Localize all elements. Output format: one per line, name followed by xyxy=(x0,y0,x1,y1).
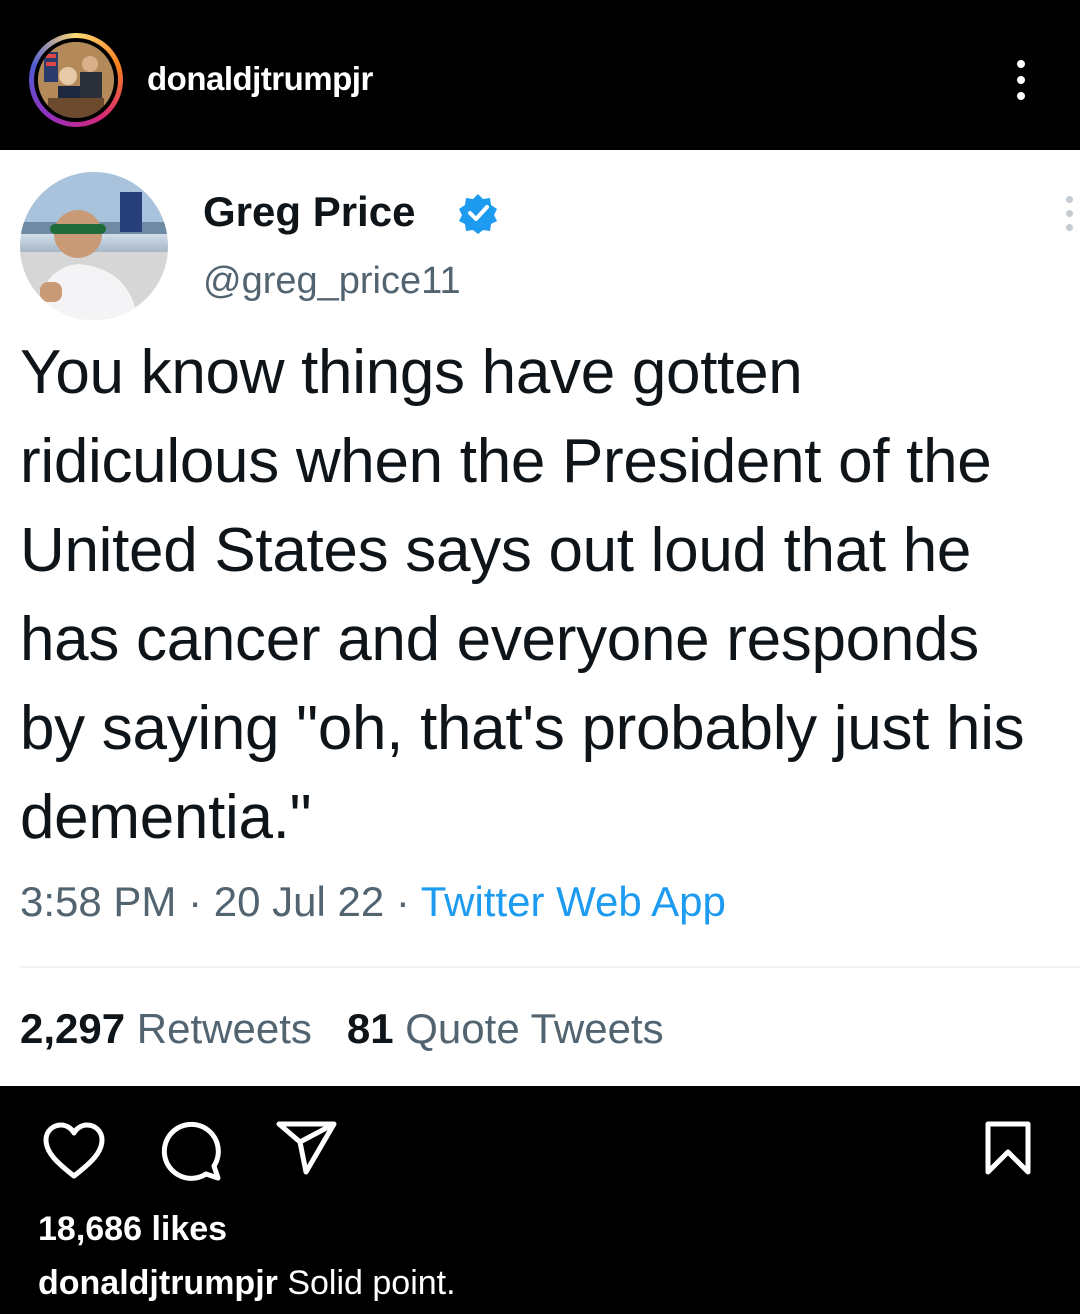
caption-text: Solid point. xyxy=(277,1264,456,1302)
tweet-date: 20 Jul 22 xyxy=(213,878,385,925)
profile-photo-icon xyxy=(38,42,114,118)
caption: donaldjtrumpjr Solid point. xyxy=(38,1264,456,1303)
more-icon xyxy=(1062,196,1076,246)
action-bar xyxy=(0,1086,1080,1186)
verified-badge-icon xyxy=(457,192,499,234)
tweet-card: Greg Price @greg_price11 You know things… xyxy=(0,150,1080,1086)
tweet-handle: @greg_price11 xyxy=(203,260,461,302)
tweet-text: You know things have gotten ridiculous w… xyxy=(20,338,1025,852)
divider xyxy=(20,966,1080,968)
post-header: donaldjtrumpjr xyxy=(0,0,1080,150)
retweets-label: Retweets xyxy=(136,1005,312,1052)
comment-icon[interactable] xyxy=(160,1120,224,1187)
tweet-meta: 3:58 PM · 20 Jul 22 · Twitter Web App xyxy=(20,878,726,926)
tweet-time: 3:58 PM xyxy=(20,878,177,925)
tweet-avatar xyxy=(20,172,168,320)
separator: · xyxy=(176,878,214,925)
heart-icon[interactable] xyxy=(42,1122,106,1185)
quotes-count: 81 xyxy=(346,1005,394,1052)
likes-count[interactable]: 18,686 likes xyxy=(38,1210,227,1249)
caption-username[interactable]: donaldjtrumpjr xyxy=(38,1264,278,1302)
send-icon[interactable] xyxy=(276,1120,338,1181)
quotes-label: Quote Tweets xyxy=(405,1005,664,1052)
tweet-source: Twitter Web App xyxy=(420,878,726,925)
more-vertical-icon[interactable] xyxy=(1006,60,1036,104)
bookmark-icon[interactable] xyxy=(984,1120,1032,1181)
tweet-stats: 2,297 Retweets 81 Quote Tweets xyxy=(20,1005,664,1053)
avatar[interactable] xyxy=(29,33,123,127)
username[interactable]: donaldjtrumpjr xyxy=(147,60,373,98)
separator: · xyxy=(384,878,421,925)
tweet-author-name: Greg Price xyxy=(203,188,416,235)
retweets-count: 2,297 xyxy=(20,1005,126,1052)
